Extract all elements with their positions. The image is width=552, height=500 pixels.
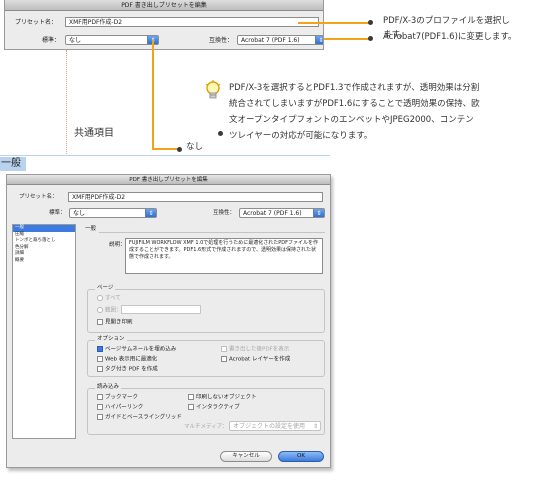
view-after-export-checkbox: 書き出した後PDFを表示 bbox=[221, 346, 289, 353]
standard-value: なし bbox=[73, 210, 86, 217]
options-group-title: オプション bbox=[95, 336, 127, 343]
main-dialog-title: PDF 書き出しプリセットを編集 bbox=[7, 175, 330, 185]
common-items-label: 共通項目 bbox=[74, 128, 114, 139]
checkbox-icon bbox=[97, 404, 103, 410]
standard-select[interactable]: なし ⇕ bbox=[69, 208, 157, 218]
preset-name-label: プリセット名： bbox=[15, 19, 58, 26]
select-arrows-icon: ⇕ bbox=[145, 209, 156, 217]
nonprinting-checkbox[interactable]: 印刷しないオブジェクト bbox=[188, 394, 257, 401]
note-nashi: なし bbox=[186, 142, 204, 152]
standard-select[interactable]: なし ⇕ bbox=[65, 35, 159, 45]
divider-dotted bbox=[66, 50, 67, 156]
acrobat-layers-checkbox[interactable]: Acrobat レイヤーを作成 bbox=[221, 356, 290, 363]
callout-dot bbox=[368, 36, 373, 41]
optimize-web-checkbox[interactable]: Web 表示用に最適化 bbox=[97, 356, 157, 363]
checkbox-icon bbox=[97, 366, 103, 372]
radio-icon bbox=[97, 295, 103, 301]
compat-select[interactable]: Acrobat 7 (PDF 1.6) ⇕ bbox=[239, 208, 325, 218]
checkbox-icon bbox=[97, 414, 103, 420]
lightbulb-icon bbox=[205, 80, 221, 102]
section-general-tab: 一般 bbox=[0, 157, 26, 171]
preset-name-input[interactable]: XMF用PDF作成-D2 bbox=[65, 17, 319, 27]
preset-name-input[interactable]: XMF用PDF作成-D2 bbox=[68, 192, 323, 202]
compat-select[interactable]: Acrobat 7 (PDF 1.6) ⇕ bbox=[237, 35, 323, 45]
multimedia-value: オブジェクトの設定を使用 bbox=[233, 423, 306, 430]
preset-name-label: プリセット名： bbox=[19, 194, 58, 200]
pages-range-input bbox=[121, 305, 201, 314]
top-dialog-crop: PDF 書き出しプリセットを編集 プリセット名： XMF用PDF作成-D2 標準… bbox=[4, 0, 324, 50]
pages-all-radio: すべて bbox=[97, 295, 121, 302]
callout-dot bbox=[218, 131, 223, 136]
panel-title: 一般 bbox=[85, 226, 97, 232]
sidebar-list: 一般 圧縮 トンボと裁ち落とし 色分解 詳細 概要 bbox=[12, 224, 76, 439]
select-arrows-icon: ⇕ bbox=[313, 209, 324, 217]
callout-line-compat bbox=[324, 38, 370, 40]
multimedia-label: マルチメディア： bbox=[184, 424, 228, 430]
ok-button[interactable]: OK bbox=[278, 451, 324, 462]
standard-label: 標準： bbox=[49, 210, 66, 216]
sidebar-item-summary[interactable]: 概要 bbox=[13, 258, 75, 265]
callout-dot bbox=[368, 20, 373, 25]
compat-label: 互換性： bbox=[213, 210, 236, 216]
compat-value: Acrobat 7 (PDF 1.6) bbox=[241, 37, 300, 44]
standard-value: なし bbox=[69, 37, 82, 44]
checkbox-icon bbox=[221, 356, 227, 362]
tagged-pdf-checkbox[interactable]: タグ付き PDF を作成 bbox=[97, 366, 158, 373]
callout-line-preset bbox=[298, 22, 370, 24]
multimedia-select: オブジェクトの設定を使用 ⇕ bbox=[229, 421, 321, 431]
spreads-checkbox[interactable]: 見開き印刷 bbox=[97, 319, 133, 326]
checkbox-icon bbox=[97, 356, 103, 362]
note-transparency: PDF/X-3を選択するとPDF1.3で作成されますが、透明効果は分割 統合され… bbox=[229, 83, 480, 141]
checkbox-checked-icon bbox=[97, 346, 103, 352]
guides-grids-checkbox[interactable]: ガイドとベースライングリッド bbox=[97, 414, 182, 421]
include-group-title: 読み込み bbox=[95, 384, 122, 391]
compat-label: 互換性： bbox=[209, 37, 234, 44]
checkbox-icon bbox=[221, 346, 227, 352]
top-dialog-title: PDF 書き出しプリセットを編集 bbox=[5, 0, 323, 11]
description-label: 説明： bbox=[109, 242, 126, 248]
pages-group-title: ページ bbox=[95, 285, 116, 292]
hyperlinks-checkbox[interactable]: ハイパーリンク bbox=[97, 404, 143, 411]
bookmarks-checkbox[interactable]: ブックマーク bbox=[97, 394, 138, 401]
checkbox-icon bbox=[97, 319, 103, 325]
panel-title-rule bbox=[99, 232, 325, 233]
section-divider bbox=[0, 155, 330, 156]
note-acrobat7: Acrobat7(PDF1.6)に変更します。 bbox=[383, 32, 517, 42]
main-dialog: PDF 書き出しプリセットを編集 プリセット名： XMF用PDF作成-D2 標準… bbox=[6, 174, 331, 468]
checkbox-icon bbox=[188, 394, 194, 400]
description-textarea[interactable]: FUJIFILM WORKFLOW XMF 1.0で処理を行うために最適化された… bbox=[125, 238, 323, 274]
compat-value: Acrobat 7 (PDF 1.6) bbox=[243, 210, 302, 217]
embed-thumbs-checkbox[interactable]: ページサムネールを埋め込み bbox=[97, 346, 176, 353]
callout-line-standard-v bbox=[152, 40, 154, 150]
checkbox-icon bbox=[188, 404, 194, 410]
checkbox-icon bbox=[97, 394, 103, 400]
standard-label: 標準： bbox=[42, 37, 61, 44]
radio-icon bbox=[97, 307, 103, 313]
cancel-button[interactable]: キャンセル bbox=[220, 451, 272, 462]
interactive-checkbox[interactable]: インタラクティブ bbox=[188, 404, 240, 411]
select-arrows-icon: ⇕ bbox=[312, 423, 318, 430]
select-arrows-icon: ⇕ bbox=[315, 36, 323, 44]
callout-dot bbox=[177, 147, 182, 152]
pages-range-radio: 範囲： bbox=[97, 307, 122, 314]
callout-line-standard-h bbox=[152, 148, 178, 150]
